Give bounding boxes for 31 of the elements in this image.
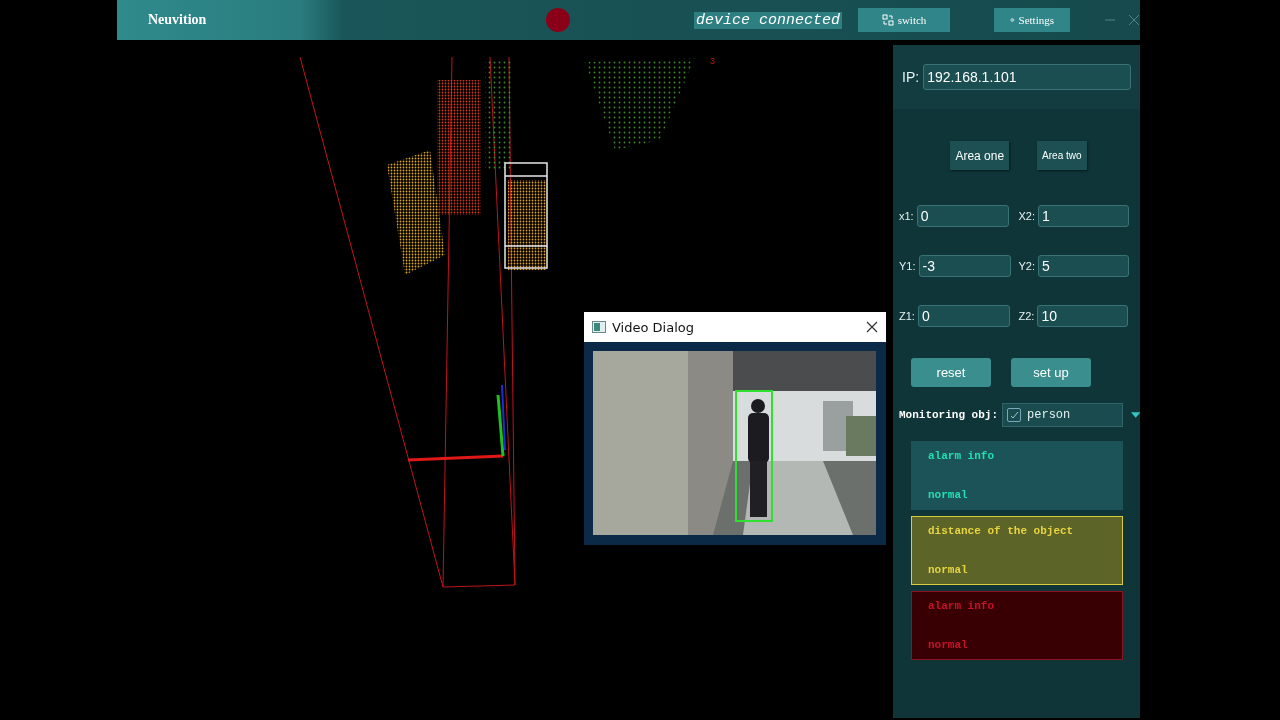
alert-title: alarm info	[928, 450, 995, 462]
coordinate-field[interactable]: 10	[1037, 305, 1129, 327]
connection-status: device connected	[694, 11, 842, 29]
coordinate-label: Y2:	[1018, 260, 1035, 272]
coordinate-label: Y1:	[899, 260, 916, 272]
coordinate-label: Z1:	[899, 310, 915, 322]
area-button[interactable]: Area two	[1037, 141, 1087, 170]
setup-button[interactable]: set up	[1011, 358, 1091, 387]
coordinate-field[interactable]: 0	[916, 205, 1009, 227]
dialog-title: Video Dialog	[612, 319, 695, 335]
coordinate-field[interactable]: 0	[917, 305, 1010, 327]
area-button[interactable]: Area one	[950, 141, 1010, 170]
reset-button[interactable]: reset	[911, 358, 991, 387]
switch-button[interactable]: switch	[858, 8, 950, 32]
alert-title: alarm info	[928, 600, 995, 612]
alert-title: distance of the object	[928, 525, 1075, 537]
coordinate-label: x1:	[899, 210, 914, 222]
ip-label: IP:	[902, 69, 920, 85]
coordinate-label: Z2:	[1018, 310, 1035, 322]
monitoring-label: Monitoring obj:	[899, 409, 999, 421]
app-title: Neuvition	[147, 12, 208, 28]
alert-status: normal	[928, 639, 969, 651]
alert-status: normal	[928, 489, 969, 501]
coordinate-field[interactable]: -3	[918, 255, 1011, 277]
coordinate-field[interactable]: 5	[1038, 255, 1129, 277]
ip-field[interactable]: 192.168.1.101	[923, 64, 1131, 90]
coordinate-label: X2:	[1018, 210, 1035, 222]
settings-button[interactable]: Settings	[994, 8, 1070, 32]
coordinate-field[interactable]: 1	[1038, 205, 1129, 227]
alert-status: normal	[928, 564, 969, 576]
object-dropdown[interactable]: person	[1002, 403, 1123, 427]
